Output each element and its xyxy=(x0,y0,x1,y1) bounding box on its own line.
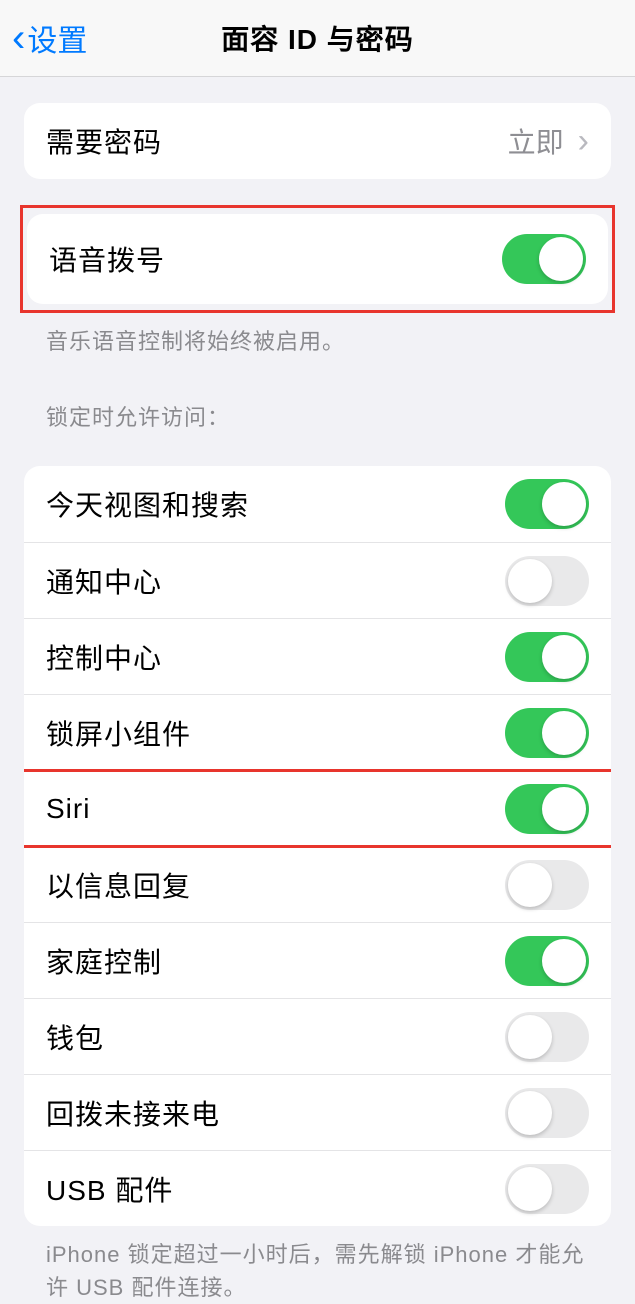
require-passcode-value: 立即 xyxy=(508,121,564,161)
lock-access-label: 今天视图和搜索 xyxy=(46,484,249,524)
lock-access-label: 回拨未接来电 xyxy=(46,1093,220,1133)
toggle-knob xyxy=(508,863,552,907)
require-passcode-label: 需要密码 xyxy=(46,121,162,161)
voice-dial-toggle[interactable] xyxy=(502,234,586,284)
lock-access-toggle[interactable] xyxy=(505,1012,589,1062)
voice-dial-label: 语音拨号 xyxy=(49,239,165,279)
lock-access-row: Siri xyxy=(24,770,611,846)
lock-access-toggle[interactable] xyxy=(505,556,589,606)
lock-access-label: 锁屏小组件 xyxy=(46,713,191,753)
lock-access-row: 通知中心 xyxy=(24,542,611,618)
lock-access-toggle[interactable] xyxy=(505,784,589,834)
lock-access-row: 控制中心 xyxy=(24,618,611,694)
content: 需要密码 立即 › 语音拨号 音乐语音控制将始终被启用。 锁定时允许访问： 今天… xyxy=(0,103,635,1304)
toggle-knob xyxy=(542,939,586,983)
require-passcode-detail: 立即 › xyxy=(508,121,589,161)
toggle-knob xyxy=(539,237,583,281)
lock-access-row: 今天视图和搜索 xyxy=(24,466,611,542)
group-voice-dial: 语音拨号 xyxy=(27,214,608,304)
toggle-knob xyxy=(542,787,586,831)
toggle-knob xyxy=(542,711,586,755)
lock-access-toggle[interactable] xyxy=(505,936,589,986)
back-button[interactable]: ‹ 设置 xyxy=(12,16,87,60)
voice-dial-footer: 音乐语音控制将始终被启用。 xyxy=(0,313,635,358)
toggle-knob xyxy=(542,482,586,526)
lock-access-toggle[interactable] xyxy=(505,1088,589,1138)
page-title: 面容 ID 与密码 xyxy=(221,18,414,58)
chevron-right-icon: › xyxy=(578,122,589,161)
lock-access-row: 以信息回复 xyxy=(24,846,611,922)
lock-access-row: 钱包 xyxy=(24,998,611,1074)
lock-access-label: USB 配件 xyxy=(46,1169,173,1209)
toggle-knob xyxy=(508,1091,552,1135)
chevron-left-icon: ‹ xyxy=(12,18,25,58)
row-require-passcode[interactable]: 需要密码 立即 › xyxy=(24,103,611,179)
toggle-knob xyxy=(508,559,552,603)
lock-access-toggle[interactable] xyxy=(505,479,589,529)
lock-access-header: 锁定时允许访问： xyxy=(0,358,635,440)
toggle-knob xyxy=(508,1015,552,1059)
lock-access-row: USB 配件 xyxy=(24,1150,611,1226)
lock-access-row: 锁屏小组件 xyxy=(24,694,611,770)
lock-access-label: 家庭控制 xyxy=(46,941,162,981)
back-label: 设置 xyxy=(27,16,87,60)
lock-access-label: 以信息回复 xyxy=(46,865,191,905)
group-lock-access: 今天视图和搜索通知中心控制中心锁屏小组件 Siri 以信息回复家庭控制钱包回拨未接来… xyxy=(24,466,611,1226)
lock-access-toggle[interactable] xyxy=(505,860,589,910)
lock-access-label: Siri xyxy=(46,793,90,825)
lock-access-footer: iPhone 锁定超过一小时后，需先解锁 iPhone 才能允许 USB 配件连… xyxy=(0,1226,635,1304)
group-require-passcode: 需要密码 立即 › xyxy=(24,103,611,179)
lock-access-toggle[interactable] xyxy=(505,632,589,682)
navbar: ‹ 设置 面容 ID 与密码 xyxy=(0,0,635,77)
lock-access-toggle[interactable] xyxy=(505,708,589,758)
lock-access-label: 钱包 xyxy=(46,1017,104,1057)
highlight-voice-dial: 语音拨号 xyxy=(20,205,615,313)
lock-access-row: 回拨未接来电 xyxy=(24,1074,611,1150)
toggle-knob xyxy=(542,635,586,679)
toggle-knob xyxy=(508,1167,552,1211)
lock-access-row: 家庭控制 xyxy=(24,922,611,998)
lock-access-label: 通知中心 xyxy=(46,561,162,601)
lock-access-toggle[interactable] xyxy=(505,1164,589,1214)
lock-access-label: 控制中心 xyxy=(46,637,162,677)
row-voice-dial: 语音拨号 xyxy=(27,214,608,304)
